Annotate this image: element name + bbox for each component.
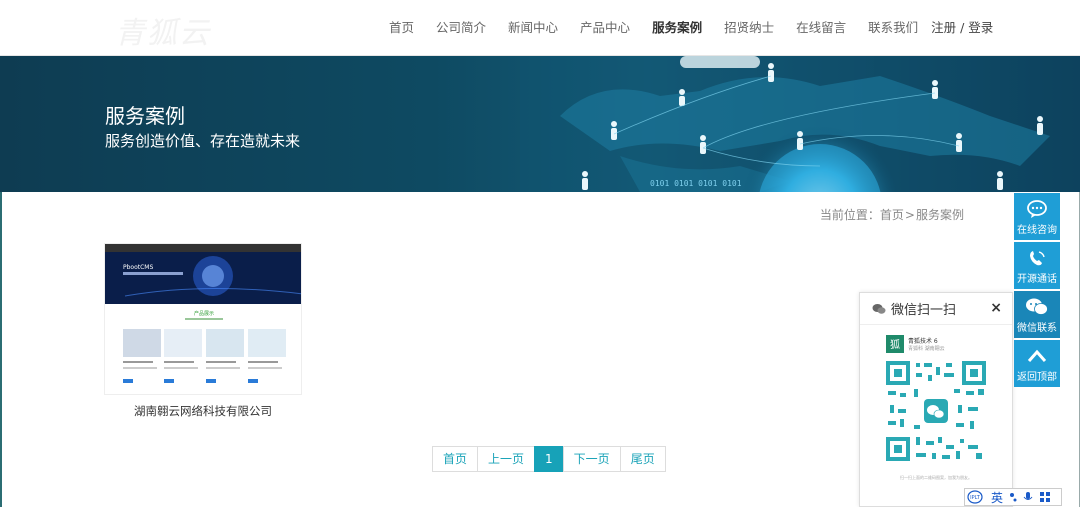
wechat-popup: 微信扫一扫 × 狐 青狐技术 6 青狐科 湖南翱云 扫一扫上面的二维码图案，加我… bbox=[859, 292, 1013, 507]
back-to-top-button[interactable]: 返回顶部 bbox=[1014, 340, 1060, 387]
wechat-icon bbox=[1026, 298, 1048, 315]
wechat-qr-card: 狐 青狐技术 6 青狐科 湖南翱云 bbox=[886, 335, 990, 464]
wechat-qr-code bbox=[886, 361, 986, 461]
grid-menu-icon[interactable] bbox=[1039, 491, 1051, 503]
nav-jobs[interactable]: 招贤纳士 bbox=[713, 0, 785, 56]
wechat-popup-footer: 扫一扫上面的二维码图案，加我为朋友。 bbox=[900, 475, 972, 480]
wechat-popup-header: 微信扫一扫 bbox=[860, 293, 1012, 325]
nav-home[interactable]: 首页 bbox=[378, 0, 425, 56]
page-banner: 0101 0101 0101 0101 服务案例 服务创造价值、存在造就未来 bbox=[0, 56, 1080, 192]
nav-contact[interactable]: 联系我们 bbox=[857, 0, 929, 56]
breadcrumb-prefix: 当前位置： bbox=[819, 208, 880, 222]
case-thumbnail[interactable]: PbootCMS 产品展示 bbox=[104, 243, 302, 395]
svg-text:IPLT: IPLT bbox=[970, 495, 981, 501]
chat-bubble-icon bbox=[1027, 200, 1047, 218]
back-to-top-label: 返回顶部 bbox=[1017, 372, 1057, 383]
page-last-button[interactable]: 尾页 bbox=[619, 446, 666, 472]
thumb-section-text: 产品展示 bbox=[194, 310, 214, 317]
wechat-account-name: 青狐技术 6 bbox=[908, 338, 938, 345]
nav-message[interactable]: 在线留言 bbox=[785, 0, 857, 56]
wechat-contact-button[interactable]: 微信联系 bbox=[1014, 291, 1060, 338]
close-icon[interactable]: × bbox=[990, 300, 1002, 316]
thumb-brand-text: PbootCMS bbox=[123, 264, 153, 271]
nav-products[interactable]: 产品中心 bbox=[569, 0, 641, 56]
case-thumbnail-image: PbootCMS 产品展示 bbox=[105, 244, 301, 383]
page-next-button[interactable]: 下一页 bbox=[562, 446, 621, 472]
svg-text:狐: 狐 bbox=[890, 338, 900, 351]
punctuation-icon[interactable] bbox=[1008, 491, 1018, 503]
ime-mode-toggle[interactable]: 英 bbox=[991, 489, 1003, 506]
main-nav: 首页 公司简介 新闻中心 产品中心 服务案例 招贤纳士 在线留言 联系我们 注册… bbox=[378, 0, 993, 56]
chevron-up-icon bbox=[1027, 349, 1047, 362]
phone-icon bbox=[1030, 251, 1045, 266]
banner-title: 服务案例 bbox=[105, 104, 185, 128]
breadcrumb-home-link[interactable]: 首页 bbox=[880, 208, 904, 222]
case-card[interactable]: PbootCMS 产品展示 湖南翱云网络科技有限公司 bbox=[104, 243, 302, 419]
breadcrumb-current-link[interactable]: 服务案例 bbox=[916, 208, 964, 222]
nav-cases[interactable]: 服务案例 bbox=[641, 0, 713, 56]
site-header: 青狐云 首页 公司简介 新闻中心 产品中心 服务案例 招贤纳士 在线留言 联系我… bbox=[0, 0, 1080, 56]
online-consult-label: 在线咨询 bbox=[1017, 225, 1057, 236]
wechat-account-sub: 青狐科 湖南翱云 bbox=[908, 346, 945, 352]
account-avatar: 狐 bbox=[886, 335, 904, 353]
microphone-icon[interactable] bbox=[1023, 491, 1033, 503]
case-title[interactable]: 湖南翱云网络科技有限公司 bbox=[104, 403, 302, 419]
ime-logo-icon: IPLT bbox=[967, 490, 983, 504]
page-prev-button[interactable]: 上一页 bbox=[477, 446, 536, 472]
wechat-popup-title: 微信扫一扫 bbox=[891, 303, 957, 318]
page-first-button[interactable]: 首页 bbox=[432, 446, 479, 472]
floating-sidebar: 在线咨询 开源通话 微信联系 返回顶部 bbox=[1014, 193, 1060, 389]
breadcrumb: 当前位置：首页>服务案例 bbox=[820, 206, 964, 223]
page-current-button[interactable]: 1 bbox=[534, 446, 564, 472]
input-method-bar[interactable]: IPLT 英 bbox=[964, 488, 1062, 506]
wechat-icon bbox=[872, 303, 886, 314]
online-consult-button[interactable]: 在线咨询 bbox=[1014, 193, 1060, 240]
banner-subtitle: 服务创造价值、存在造就未来 bbox=[105, 132, 301, 150]
site-logo[interactable]: 青狐云 bbox=[115, 8, 211, 52]
pagination: 首页 上一页 1 下一页 尾页 bbox=[432, 446, 666, 472]
nav-news[interactable]: 新闻中心 bbox=[497, 0, 569, 56]
call-label: 开源通话 bbox=[1017, 274, 1057, 285]
wechat-contact-label: 微信联系 bbox=[1017, 323, 1057, 334]
breadcrumb-separator: > bbox=[904, 208, 915, 222]
svg-text:0101 0101 0101 0101: 0101 0101 0101 0101 bbox=[650, 179, 742, 188]
call-button[interactable]: 开源通话 bbox=[1014, 242, 1060, 289]
login-register-link[interactable]: 注册 / 登录 bbox=[931, 0, 993, 56]
nav-about[interactable]: 公司简介 bbox=[425, 0, 497, 56]
